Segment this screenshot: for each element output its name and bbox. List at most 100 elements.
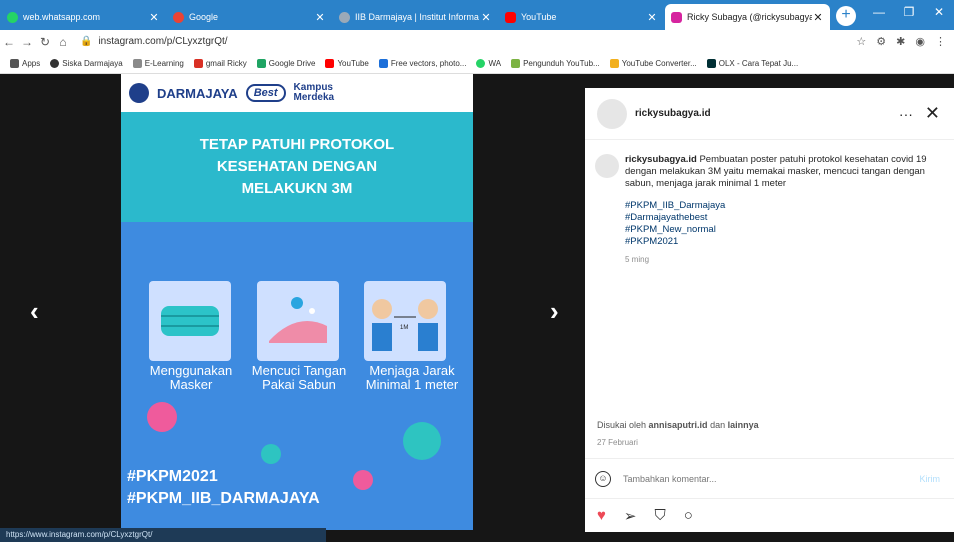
post-date: 27 Februari <box>597 438 638 447</box>
bookmark-converter[interactable]: YouTube Converter... <box>609 58 697 68</box>
label-mask-l1: Menggunakan <box>149 363 233 378</box>
label-wash-l1: Mencuci Tangan <box>251 363 347 378</box>
status-bar-url: https://www.instagram.com/p/CLyxztgrQt/ <box>0 528 326 542</box>
close-tab-icon[interactable]: ✕ <box>480 11 492 24</box>
minimize-icon[interactable]: — <box>864 0 894 24</box>
label-wash: Mencuci Tangan Pakai Sabun <box>245 364 353 392</box>
poster-darmajaya-text: DARMAJAYA <box>157 85 238 101</box>
virus-icon <box>403 422 441 460</box>
bookmark-freevectors[interactable]: Free vectors, photo... <box>378 58 467 68</box>
tab-google[interactable]: Google ✕ <box>167 4 332 30</box>
tab-bar: web.whatsapp.com ✕ Google ✕ IIB Darmajaya … <box>0 0 954 30</box>
tab-title: IIB Darmajaya | Institut Informa <box>355 12 479 22</box>
hashtag-link[interactable]: #PKPM_New_normal <box>625 224 942 236</box>
new-tab-button[interactable]: + <box>836 6 856 26</box>
bookmark-wa[interactable]: WA <box>476 58 502 68</box>
site-icon <box>339 11 350 23</box>
tab-whatsapp[interactable]: web.whatsapp.com ✕ <box>1 4 166 30</box>
bookmark-pengunduh[interactable]: Pengunduh YouTub... <box>511 58 600 68</box>
caption-username[interactable]: rickysubagya.id <box>625 154 697 165</box>
post-image: DARMAJAYA Best Kampus Merdeka TETAP PATUH… <box>121 74 473 530</box>
bookmark-icon <box>378 58 388 68</box>
headline-line3: MELAKUKN 3M <box>241 180 353 197</box>
drive-icon <box>256 58 266 68</box>
darmajaya-logo-icon <box>129 83 149 103</box>
share-icon[interactable]: ➢ <box>624 507 637 525</box>
whatsapp-icon <box>476 58 486 68</box>
prev-arrow-icon[interactable]: ‹ <box>30 296 39 327</box>
hashtag-link[interactable]: #PKPM_IIB_Darmajaya <box>625 200 942 212</box>
label-distance: Menjaga Jarak Minimal 1 meter <box>353 364 471 392</box>
label-distance-l2: Minimal 1 meter <box>365 377 459 392</box>
close-icon[interactable]: ✕ <box>925 103 940 124</box>
close-tab-icon[interactable]: ✕ <box>812 11 824 24</box>
likes-user-link[interactable]: annisaputri.id <box>649 420 708 430</box>
bookmark-apps[interactable]: Apps <box>10 58 40 68</box>
label-distance-l1: Menjaga Jarak <box>369 363 455 378</box>
hashtag-link[interactable]: #PKPM2021 <box>625 236 942 248</box>
avatar[interactable] <box>597 98 627 129</box>
tab-title: Ricky Subagya (@rickysubagya <box>687 12 812 22</box>
headline-line2: KESEHATAN DENGAN <box>216 158 378 175</box>
send-button[interactable]: Kirim <box>920 474 941 484</box>
home-icon[interactable]: ⌂ <box>54 35 72 49</box>
hand-wash-icon <box>269 297 327 343</box>
post-sidebar: rickysubagya.id ··· ✕ rickysubagya.id Pe… <box>585 88 954 532</box>
tab-iib-darmajaya[interactable]: IIB Darmajaya | Institut Informa ✕ <box>333 4 498 30</box>
back-icon[interactable]: ← <box>0 35 18 49</box>
bookmark-olx[interactable]: OLX - Cara Tepat Ju... <box>706 58 798 68</box>
next-arrow-icon[interactable]: › <box>550 296 559 327</box>
bookmark-icon[interactable]: ⛉ <box>654 507 665 524</box>
close-tab-icon[interactable]: ✕ <box>148 11 160 24</box>
maximize-icon[interactable]: ❐ <box>894 0 924 24</box>
bookmark-youtube[interactable]: YouTube <box>325 58 369 68</box>
bookmark-label: WA <box>488 58 502 68</box>
caption-avatar[interactable] <box>595 154 619 178</box>
bookmark-elearning[interactable]: E-Learning <box>132 58 184 68</box>
google-icon <box>173 11 184 23</box>
poster-hashtag-1: #PKPM2021 <box>127 468 218 485</box>
comment-input[interactable]: Tambahkan komentar... <box>623 474 717 484</box>
poster-body: 1M Menggunakan Masker Mencuci Tangan Pakai… <box>121 222 473 530</box>
toolbar-right: ☆ ⚙ ✱ ◉ ⋮ <box>856 35 946 48</box>
likes-others-link[interactable]: lainnya <box>728 420 759 430</box>
url-field[interactable]: 🔒 instagram.com/p/CLyxztgrQt/ <box>80 36 856 47</box>
bookmark-icon <box>609 58 619 68</box>
profile-icon[interactable]: ◉ <box>915 35 925 48</box>
likes-and: dan <box>710 420 726 430</box>
hashtag-list: #PKPM_IIB_Darmajaya #Darmajayathebest #P… <box>625 200 942 248</box>
puzzle-icon[interactable]: ✱ <box>896 35 905 48</box>
bookmark-label: YouTube Converter... <box>621 58 697 68</box>
virus-icon <box>147 402 177 432</box>
caption: rickysubagya.id Pembuatan poster patuhi … <box>585 140 954 266</box>
bookmark-gmail[interactable]: gmail Ricky <box>193 58 247 68</box>
close-tab-icon[interactable]: ✕ <box>314 11 326 24</box>
emoji-icon[interactable]: ☺ <box>595 470 611 487</box>
tab-instagram[interactable]: Ricky Subagya (@rickysubagya ✕ <box>665 4 830 30</box>
close-tab-icon[interactable]: ✕ <box>646 11 658 24</box>
menu-icon[interactable]: ⋮ <box>935 35 946 48</box>
virus-icon <box>261 444 281 464</box>
close-window-icon[interactable]: ✕ <box>924 0 954 24</box>
hashtag-link[interactable]: #Darmajayathebest <box>625 212 942 224</box>
gmail-icon <box>193 58 203 68</box>
poster-hashtag-2: #PKPM_IIB_DARMAJAYA <box>127 490 320 507</box>
distance-card: 1M <box>364 281 446 361</box>
star-icon[interactable]: ☆ <box>856 35 866 48</box>
reload-icon[interactable]: ↻ <box>36 35 54 49</box>
poster-logo-bar: DARMAJAYA Best Kampus Merdeka <box>121 74 473 112</box>
bookmark-drive[interactable]: Google Drive <box>256 58 315 68</box>
post-username[interactable]: rickysubagya.id <box>635 108 899 119</box>
extension-icon[interactable]: ⚙ <box>876 35 886 48</box>
heart-icon[interactable]: ♥ <box>597 507 606 524</box>
comment-icon[interactable]: ○ <box>684 507 693 524</box>
tab-youtube[interactable]: YouTube ✕ <box>499 4 664 30</box>
whatsapp-icon <box>7 11 18 23</box>
bookmark-label: Free vectors, photo... <box>390 58 467 68</box>
more-options-icon[interactable]: ··· <box>899 106 913 122</box>
poster-headline: TETAP PATUHI PROTOKOL KESEHATAN DENGAN MEL… <box>121 112 473 222</box>
bookmark-siska[interactable]: Siska Darmajaya <box>50 58 123 68</box>
forward-icon[interactable]: → <box>18 35 36 49</box>
window-controls: — ❐ ✕ <box>864 0 954 24</box>
likes-line: Disukai oleh annisaputri.id dan lainnya <box>597 420 759 430</box>
